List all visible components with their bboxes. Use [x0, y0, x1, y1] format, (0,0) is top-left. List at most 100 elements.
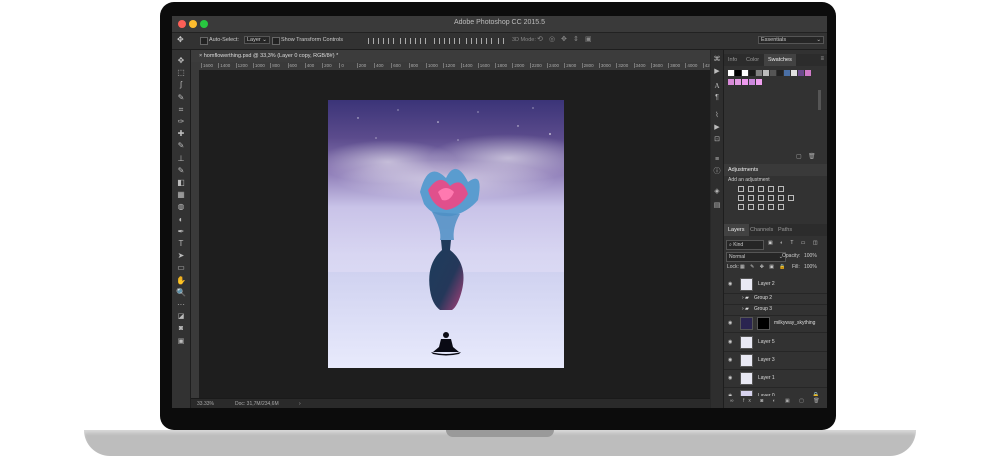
play-icon[interactable]: ▶ — [713, 124, 721, 132]
exposure-icon[interactable] — [768, 186, 774, 192]
swatch[interactable] — [742, 79, 748, 85]
swatch[interactable] — [770, 70, 776, 76]
distribute-left-icon[interactable] — [466, 38, 472, 44]
tab-swatches[interactable]: Swatches — [764, 54, 796, 66]
curves-icon[interactable] — [758, 186, 764, 192]
threshold-icon[interactable] — [758, 204, 764, 210]
layer-filter-dropdown[interactable]: ⌕ Kind — [726, 240, 764, 250]
panel-menu-icon[interactable]: ≡ — [820, 56, 824, 62]
eyedropper-icon[interactable]: ✑ — [176, 117, 186, 127]
show-transform-checkbox[interactable] — [272, 37, 280, 45]
3d-rotate-icon[interactable]: ⟲ — [537, 35, 543, 43]
healing-icon[interactable]: ✚ — [176, 129, 186, 139]
doc-info[interactable]: Doc: 31,7M/234,6M — [235, 399, 279, 408]
shape-icon[interactable]: ▭ — [176, 263, 186, 273]
swatch[interactable] — [735, 70, 741, 76]
stamp-icon[interactable]: ⊥ — [176, 154, 186, 164]
auto-select-checkbox[interactable] — [200, 37, 208, 45]
align-left-icon[interactable] — [400, 38, 406, 44]
history-brush-icon[interactable]: ✎ — [176, 166, 186, 176]
eraser-icon[interactable]: ◧ — [176, 178, 186, 188]
more-icon[interactable]: ··· — [176, 300, 186, 310]
gradient-map-icon[interactable] — [778, 204, 784, 210]
libraries-icon[interactable]: ▤ — [713, 202, 721, 210]
3d-icon[interactable]: ◈ — [713, 188, 721, 196]
align-right-icon[interactable] — [420, 38, 426, 44]
properties-icon[interactable]: ≡ — [713, 156, 721, 164]
screen-mode-icon[interactable]: ▣ — [176, 337, 186, 347]
folder-icon[interactable]: › ▰ — [742, 304, 749, 315]
lock-icons[interactable]: ▦ ✎ ✥ ▣ 🔒 — [740, 264, 788, 270]
3d-roll-icon[interactable]: ◎ — [549, 35, 555, 43]
swatch[interactable] — [756, 79, 762, 85]
zoom-level[interactable]: 33.33% — [197, 399, 214, 408]
visibility-eye-icon[interactable]: ◉ — [728, 388, 732, 396]
document-tab[interactable]: × homflowerthing.psd @ 33,3% (Layer 0 co… — [191, 50, 710, 62]
distribute-vcenter-icon[interactable] — [444, 38, 450, 44]
actions-icon[interactable]: ▶ — [713, 68, 721, 76]
photo-filter-icon[interactable] — [768, 195, 774, 201]
layer-row[interactable]: ◉ milkyway_skything — [724, 315, 827, 333]
color-lookup-icon[interactable] — [788, 195, 794, 201]
tab-layers[interactable]: Layers — [724, 224, 749, 236]
levels-icon[interactable] — [748, 186, 754, 192]
vibrance-icon[interactable] — [778, 186, 784, 192]
workspace-dropdown[interactable]: Essentials ⌄ — [758, 36, 824, 44]
tab-paths[interactable]: Paths — [774, 224, 796, 236]
quick-mask-icon[interactable]: ◙ — [176, 324, 186, 334]
align-hcenter-icon[interactable] — [410, 38, 416, 44]
move-icon[interactable]: ✥ — [176, 56, 186, 66]
align-bottom-icon[interactable] — [388, 38, 394, 44]
status-expand-icon[interactable]: › — [299, 399, 301, 408]
posterize-icon[interactable] — [748, 204, 754, 210]
swatch[interactable] — [805, 70, 811, 76]
document-canvas[interactable] — [328, 100, 564, 368]
swatch[interactable] — [791, 70, 797, 76]
align-vcenter-icon[interactable] — [378, 38, 384, 44]
brush-settings-icon[interactable]: ⌇ — [713, 112, 721, 120]
auto-select-dropdown[interactable]: Layer ⌄ — [244, 36, 270, 44]
auto-align-icon[interactable] — [498, 38, 504, 44]
folder-icon[interactable]: › ▰ — [742, 293, 749, 304]
swatch[interactable] — [735, 79, 741, 85]
zoom-icon[interactable]: 🔍 — [176, 288, 186, 298]
crop-icon[interactable]: ⌗ — [176, 105, 186, 115]
swatch[interactable] — [749, 70, 755, 76]
quick-select-icon[interactable]: ✎ — [176, 93, 186, 103]
pen-icon[interactable]: ✒ — [176, 227, 186, 237]
hand-icon[interactable]: ✋ — [176, 276, 186, 286]
tab-channels[interactable]: Channels — [746, 224, 777, 236]
swatch[interactable] — [784, 70, 790, 76]
visibility-eye-icon[interactable]: ◉ — [728, 334, 732, 351]
3d-slide-icon[interactable]: ⇕ — [573, 35, 579, 43]
swatch[interactable] — [756, 70, 762, 76]
ruler-origin[interactable] — [191, 62, 199, 70]
swatches-scrollbar[interactable] — [818, 90, 821, 110]
3d-drag-icon[interactable]: ✥ — [561, 35, 567, 43]
marquee-icon[interactable]: ⬚ — [176, 68, 186, 78]
align-top-icon[interactable] — [368, 38, 374, 44]
swatch[interactable] — [728, 79, 734, 85]
layer-mask-thumbnail[interactable] — [757, 317, 770, 330]
brush-icon[interactable]: ✎ — [176, 141, 186, 151]
layer-row[interactable]: ◉ Layer 5 — [724, 334, 827, 352]
color-swap-icon[interactable]: ◪ — [176, 312, 186, 322]
info-icon[interactable]: ⓘ — [713, 168, 721, 176]
swatch[interactable] — [777, 70, 783, 76]
brightness-icon[interactable] — [738, 186, 744, 192]
layer-row[interactable]: ◉ Layer 0 🔒 — [724, 388, 827, 396]
distribute-hcenter-icon[interactable] — [476, 38, 482, 44]
3d-scale-icon[interactable]: ▣ — [585, 35, 592, 43]
distribute-top-icon[interactable] — [434, 38, 440, 44]
delete-swatch-icon[interactable]: 🗑 — [808, 153, 816, 160]
selective-color-icon[interactable] — [768, 204, 774, 210]
type-icon[interactable]: T — [176, 239, 186, 249]
layer-row[interactable]: ◉ Layer 2 — [724, 276, 827, 294]
layer-filter-icons[interactable]: ▣ ◐ T ▭ ◫ — [768, 240, 821, 246]
paragraph-icon[interactable]: ¶ — [713, 94, 721, 102]
swatch[interactable] — [749, 79, 755, 85]
visibility-eye-icon[interactable]: ◉ — [728, 276, 732, 293]
bw-icon[interactable] — [758, 195, 764, 201]
distribute-right-icon[interactable] — [486, 38, 492, 44]
layer-row[interactable]: ◉ Layer 3 — [724, 352, 827, 370]
